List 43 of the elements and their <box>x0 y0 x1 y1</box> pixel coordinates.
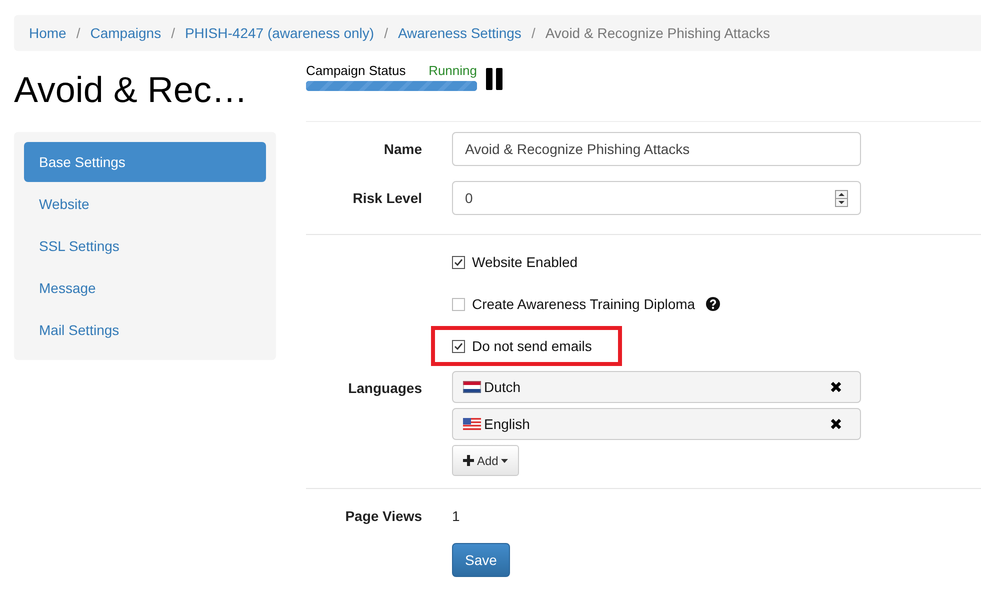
field-label: Page Views <box>345 508 422 524</box>
checkbox-label: Create Awareness Training Diploma <box>472 296 696 312</box>
field-label: Risk Level <box>352 190 422 206</box>
sidebar-item[interactable]: Base Settings <box>24 142 266 182</box>
text-field[interactable]: Avoid & Recognize Phishing Attacks <box>452 132 861 166</box>
flag-icon <box>463 418 481 430</box>
spinner-icon[interactable] <box>835 190 848 206</box>
number-field[interactable]: 0 <box>452 181 861 215</box>
plus-icon <box>463 455 474 466</box>
field-label: Name <box>384 141 422 157</box>
page-title: Avoid & Rec… <box>14 68 248 112</box>
status-value: Running <box>428 62 477 79</box>
breadcrumb-separator: / <box>383 25 389 41</box>
checkbox-label: Website Enabled <box>472 254 578 270</box>
breadcrumb-link[interactable]: Awareness Settings <box>398 25 522 41</box>
language-name: Dutch <box>484 379 522 395</box>
checkbox-label: Do not send emails <box>472 338 592 354</box>
sidebar-item[interactable]: Mail Settings <box>24 310 266 350</box>
flag-icon <box>463 381 481 393</box>
help-icon[interactable] <box>706 297 720 311</box>
breadcrumb-link[interactable]: PHISH-4247 (awareness only) <box>184 25 374 41</box>
breadcrumb-separator: / <box>75 25 82 41</box>
checkbox[interactable] <box>452 298 465 310</box>
status-label: Campaign Status <box>306 62 406 79</box>
sidebar-item[interactable]: Message <box>24 268 266 308</box>
breadcrumb-link[interactable]: Home <box>29 25 66 41</box>
sidebar-item[interactable]: SSL Settings <box>24 226 266 266</box>
add-button[interactable]: Add <box>452 445 520 476</box>
remove-icon[interactable] <box>830 381 842 393</box>
remove-icon[interactable] <box>830 418 842 430</box>
caret-icon <box>501 458 508 462</box>
breadcrumb-separator: / <box>170 25 176 41</box>
language-name: English <box>484 416 531 432</box>
sidebar-item[interactable]: Website <box>24 184 266 224</box>
save-button[interactable]: Save <box>452 543 510 577</box>
breadcrumb-current: Avoid & Recognize Phishing Attacks <box>545 25 770 41</box>
field-label: Languages <box>348 380 422 396</box>
breadcrumb-link[interactable]: Campaigns <box>90 25 162 41</box>
breadcrumb-separator: / <box>530 25 536 41</box>
page-views-value: 1 <box>452 508 460 524</box>
checkbox[interactable] <box>452 340 465 352</box>
pause-icon[interactable] <box>486 68 503 90</box>
checkbox[interactable] <box>452 256 465 268</box>
